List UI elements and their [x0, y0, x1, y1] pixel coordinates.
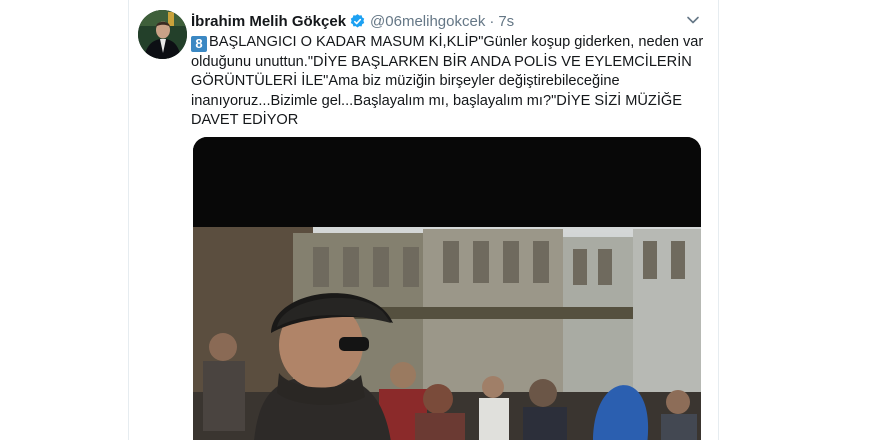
tweet-body: BAŞLANGICI O KADAR MASUM Kİ,KLİP"Günler …: [191, 34, 704, 128]
video-player[interactable]: [193, 137, 701, 440]
video-frame: [193, 137, 701, 440]
verified-badge-icon: [350, 13, 365, 28]
separator-dot: ·: [489, 12, 495, 30]
keycap-eight-emoji: 8: [191, 36, 207, 52]
tweet-timestamp[interactable]: 7s: [498, 13, 514, 30]
tweet-header: İbrahim Melih Gökçek @06melihgokcek · 7s: [191, 11, 701, 31]
chevron-down-icon[interactable]: [685, 12, 701, 28]
author-handle[interactable]: @06melihgokcek: [370, 13, 485, 30]
author-name[interactable]: İbrahim Melih Gökçek: [191, 13, 346, 30]
tweet-text: 8 BAŞLANGICI O KADAR MASUM Kİ,KLİP"Günler…: [191, 33, 711, 131]
author-avatar[interactable]: [138, 10, 187, 59]
tweet-card[interactable]: İbrahim Melih Gökçek @06melihgokcek · 7s…: [128, 0, 719, 440]
